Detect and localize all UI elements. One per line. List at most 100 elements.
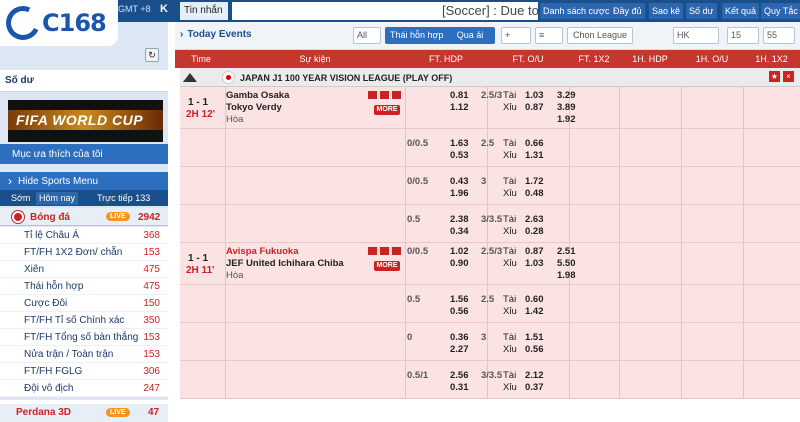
bet-list-button[interactable]: Danh sách cược: [540, 3, 613, 19]
sport-menu-item[interactable]: Nửa trận / Toàn trận 153: [0, 346, 168, 363]
world-cup-banner[interactable]: FIFA WORLD CUP: [8, 100, 163, 142]
close-icon[interactable]: ×: [783, 71, 794, 82]
more-button[interactable]: MORE: [374, 105, 400, 115]
hdp-away-odd[interactable]: 0.53: [450, 150, 469, 161]
more-button[interactable]: MORE: [374, 261, 400, 271]
away-win-odd[interactable]: 3.89: [557, 102, 576, 113]
favorites-link[interactable]: Mục ưa thích của tôi: [0, 144, 168, 164]
over-odd[interactable]: 1.03: [525, 90, 544, 101]
hdp-home-odd[interactable]: 2.38: [450, 214, 469, 225]
draw-odd[interactable]: 1.92: [557, 114, 576, 125]
hdp-home-odd[interactable]: 0.43: [450, 176, 469, 187]
under-odd[interactable]: 1.31: [525, 150, 544, 161]
ou-line: 3: [481, 332, 487, 343]
hdp-away-odd[interactable]: 2.27: [450, 344, 469, 355]
over-odd[interactable]: 2.63: [525, 214, 544, 225]
mix-parlay-button[interactable]: Thái hỗn hợp: [385, 27, 449, 44]
sport-menu-item[interactable]: Xiên 475: [0, 261, 168, 278]
qua-ai-button[interactable]: Qua ải: [445, 27, 495, 44]
stats-icon[interactable]: [368, 91, 377, 99]
over-odd[interactable]: 2.12: [525, 370, 544, 381]
balance-button[interactable]: Số dư: [686, 3, 717, 19]
home-win-odd[interactable]: 3.29: [557, 90, 576, 101]
under-odd[interactable]: 0.37: [525, 382, 544, 393]
sport-menu-item[interactable]: Tỉ lệ Châu Á 368: [0, 227, 168, 244]
sport-menu-item[interactable]: FT/FH Tỉ số Chính xác 350: [0, 312, 168, 329]
full-button[interactable]: Đầy đủ: [610, 3, 645, 19]
league-header[interactable]: JAPAN J1 100 YEAR VISION LEAGUE (PLAY OF…: [180, 68, 800, 87]
k-button[interactable]: K: [160, 3, 168, 15]
favorite-star-icon[interactable]: ★: [769, 71, 780, 82]
hdp-line: 0.5: [407, 214, 421, 225]
hdp-away-odd[interactable]: 1.12: [450, 102, 469, 113]
live-tv-icon[interactable]: [380, 247, 389, 255]
list-view-select[interactable]: ≡: [535, 27, 563, 44]
statement-button[interactable]: Sao kê: [649, 3, 684, 19]
over-odd[interactable]: 0.87: [525, 246, 544, 257]
live-match-icon[interactable]: [392, 91, 401, 99]
hdp-away-odd[interactable]: 0.34: [450, 226, 469, 237]
hdp-away-odd[interactable]: 0.31: [450, 382, 469, 393]
col-1h-1x2: 1H. 1X2: [755, 54, 788, 64]
away-win-odd[interactable]: 5.50: [557, 258, 576, 269]
under-odd[interactable]: 1.03: [525, 258, 544, 269]
hdp-home-odd[interactable]: 1.63: [450, 138, 469, 149]
refresh-icon[interactable]: ↻: [145, 48, 159, 62]
hdp-away-odd[interactable]: 0.90: [450, 258, 469, 269]
top-bar: GMT +8 K Tin nhắn [Soccer] : Due to Danh…: [0, 0, 800, 22]
live-tv-icon[interactable]: [380, 91, 389, 99]
hdp-home-odd[interactable]: 2.56: [450, 370, 469, 381]
sport-soccer[interactable]: Bóng đá LIVE 2942: [0, 208, 168, 226]
hdp-home-odd[interactable]: 0.36: [450, 332, 469, 343]
balance-row: Số dư: [0, 70, 168, 92]
stats-icon[interactable]: [368, 247, 377, 255]
messages-tab[interactable]: Tin nhắn: [180, 2, 228, 20]
sport-menu-item[interactable]: FT/FH FGLG 306: [0, 363, 168, 380]
hdp-home-odd[interactable]: 1.02: [450, 246, 469, 257]
brand-logo[interactable]: C168: [0, 0, 118, 46]
choose-league-button[interactable]: Chọn League: [567, 27, 633, 44]
under-odd[interactable]: 0.56: [525, 344, 544, 355]
under-odd[interactable]: 0.87: [525, 102, 544, 113]
over-odd[interactable]: 0.66: [525, 138, 544, 149]
sport-menu-item[interactable]: Cược Đôi 150: [0, 295, 168, 312]
sidebar: ↻ Số dư FIFA WORLD CUP Mục ưa thích của …: [0, 22, 168, 422]
draw-odd[interactable]: 1.98: [557, 270, 576, 281]
menu-item-label: FT/FH 1X2 Đơn/ chẵn: [24, 247, 123, 258]
sport-menu-item[interactable]: FT/FH 1X2 Đơn/ chẵn 153: [0, 244, 168, 261]
hdp-home-odd[interactable]: 0.81: [450, 90, 469, 101]
add-select[interactable]: +: [501, 27, 531, 44]
refresh-timer-2[interactable]: 55: [763, 27, 795, 44]
sport-perdana[interactable]: Perdana 3D LIVE 47: [0, 404, 168, 422]
hdp-home-odd[interactable]: 1.56: [450, 294, 469, 305]
away-team: JEF United Ichihara Chiba: [226, 258, 344, 269]
menu-item-label: Đội vô địch: [24, 383, 74, 394]
hide-sports-menu[interactable]: Hide Sports Menu: [0, 172, 168, 190]
over-odd[interactable]: 1.51: [525, 332, 544, 343]
logo-mark-icon: [1, 1, 45, 45]
tab-live[interactable]: Trực tiếp 133: [94, 192, 153, 205]
all-select[interactable]: All: [353, 27, 381, 44]
results-button[interactable]: Kết quả: [722, 3, 760, 19]
hdp-line: 0/0.5: [407, 176, 429, 187]
tab-today[interactable]: Hôm nay: [36, 192, 79, 205]
under-odd[interactable]: 0.28: [525, 226, 544, 237]
refresh-timer[interactable]: 15: [727, 27, 759, 44]
tab-early[interactable]: Sớm: [8, 192, 33, 205]
under-odd[interactable]: 1.42: [525, 306, 544, 317]
collapse-icon[interactable]: [183, 73, 197, 82]
sport-menu-item[interactable]: Thái hỗn hợp 475: [0, 278, 168, 295]
hdp-away-odd[interactable]: 1.96: [450, 188, 469, 199]
over-odd[interactable]: 1.72: [525, 176, 544, 187]
hdp-away-odd[interactable]: 0.56: [450, 306, 469, 317]
live-badge: LIVE: [106, 212, 130, 221]
sport-menu-item[interactable]: Đội vô địch 247: [0, 380, 168, 397]
home-win-odd[interactable]: 2.51: [557, 246, 576, 257]
sport-menu-item[interactable]: FT/FH Tổng số bàn thắng 153: [0, 329, 168, 346]
under-odd[interactable]: 0.48: [525, 188, 544, 199]
odds-type-select[interactable]: HK: [673, 27, 719, 44]
over-odd[interactable]: 0.60: [525, 294, 544, 305]
column-header: Time Sự kiện FT. HDP FT. O/U FT. 1X2 1H.…: [175, 50, 800, 68]
live-match-icon[interactable]: [392, 247, 401, 255]
rules-button[interactable]: Quy Tắc: [761, 3, 800, 19]
